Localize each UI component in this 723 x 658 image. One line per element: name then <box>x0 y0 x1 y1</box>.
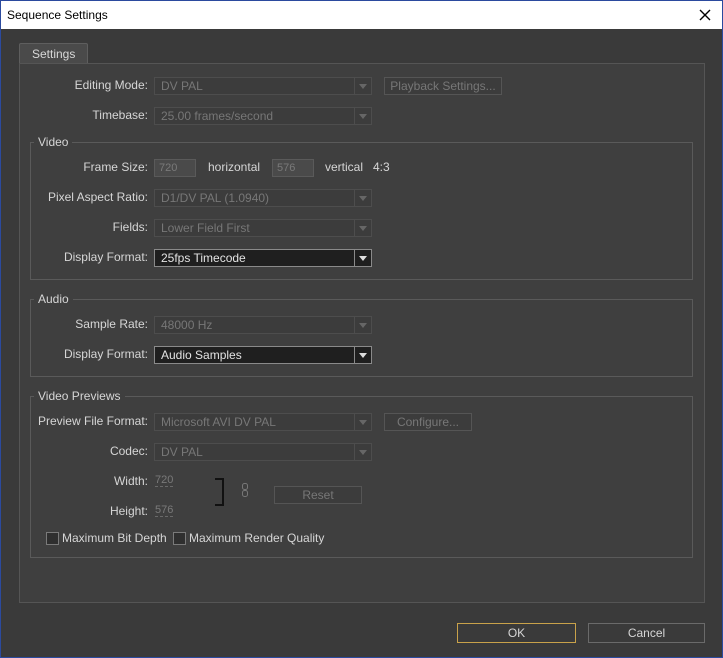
pixel-aspect-ratio-select[interactable]: D1/DV PAL (1.0940) <box>154 189 372 207</box>
codec-value: DV PAL <box>161 445 203 459</box>
editing-mode-label: Editing Mode: <box>74 78 148 92</box>
frame-height-field: 576 <box>272 159 314 177</box>
video-previews-group-title: Video Previews <box>34 389 125 403</box>
sample-rate-value: 48000 Hz <box>161 318 213 332</box>
audio-display-format-value: Audio Samples <box>161 348 242 362</box>
audio-group-title: Audio <box>34 292 73 306</box>
pixel-aspect-ratio-label: Pixel Aspect Ratio: <box>47 190 148 204</box>
cancel-button[interactable]: Cancel <box>588 623 705 643</box>
maximum-bit-depth-checkbox[interactable] <box>46 532 59 545</box>
ok-button[interactable]: OK <box>457 623 576 643</box>
close-icon[interactable] <box>694 4 716 26</box>
dialog-body: Settings Editing Mode: DV PAL Playback S… <box>1 29 722 657</box>
timebase-select[interactable]: 25.00 frames/second <box>154 107 372 125</box>
title-bar: Sequence Settings <box>1 1 722 29</box>
timebase-label: Timebase: <box>92 108 148 122</box>
preview-width-value[interactable]: 720 <box>155 474 174 487</box>
editing-mode-select[interactable]: DV PAL <box>154 77 372 95</box>
playback-settings-button[interactable]: Playback Settings... <box>384 77 502 95</box>
chevron-down-icon <box>354 190 371 206</box>
fields-select[interactable]: Lower Field First <box>154 219 372 237</box>
chevron-down-icon <box>354 347 371 363</box>
maximum-bit-depth-label: Maximum Bit Depth <box>62 531 167 545</box>
sample-rate-label: Sample Rate: <box>75 317 148 331</box>
settings-panel: Editing Mode: DV PAL Playback Settings..… <box>19 63 705 603</box>
preview-file-format-select[interactable]: Microsoft AVI DV PAL <box>154 413 372 431</box>
horizontal-label: horizontal <box>208 160 261 174</box>
sample-rate-select[interactable]: 48000 Hz <box>154 316 372 334</box>
vertical-label: vertical <box>325 160 364 174</box>
preview-file-format-label: Preview File Format: <box>37 414 148 428</box>
window-title: Sequence Settings <box>7 8 108 22</box>
tab-settings[interactable]: Settings <box>19 43 89 64</box>
audio-display-format-label: Display Format: <box>63 347 148 361</box>
video-group-title: Video <box>34 135 73 149</box>
video-display-format-select[interactable]: 25fps Timecode <box>154 249 372 267</box>
aspect-ratio-text: 4:3 <box>373 160 390 174</box>
reset-button[interactable]: Reset <box>274 486 362 504</box>
frame-width-field: 720 <box>154 159 196 177</box>
codec-label: Codec: <box>109 444 148 458</box>
audio-display-format-select[interactable]: Audio Samples <box>154 346 372 364</box>
maximum-render-quality-label: Maximum Render Quality <box>189 531 325 545</box>
maximum-render-quality-checkbox[interactable] <box>173 532 186 545</box>
timebase-value: 25.00 frames/second <box>161 109 274 123</box>
chevron-down-icon <box>354 414 371 430</box>
fields-value: Lower Field First <box>161 221 250 235</box>
chain-link-icon[interactable] <box>242 483 248 500</box>
link-bracket-icon <box>214 478 226 509</box>
fields-label: Fields: <box>112 220 148 234</box>
video-display-format-value: 25fps Timecode <box>161 251 246 265</box>
frame-size-label: Frame Size: <box>83 160 148 174</box>
pixel-aspect-ratio-value: D1/DV PAL (1.0940) <box>161 191 270 205</box>
chevron-down-icon <box>354 250 371 266</box>
video-display-format-label: Display Format: <box>63 250 148 264</box>
chevron-down-icon <box>354 108 371 124</box>
chevron-down-icon <box>354 78 371 94</box>
preview-height-value[interactable]: 576 <box>155 504 174 517</box>
codec-select[interactable]: DV PAL <box>154 443 372 461</box>
width-label: Width: <box>113 474 148 488</box>
chevron-down-icon <box>354 317 371 333</box>
chevron-down-icon <box>354 444 371 460</box>
preview-file-format-value: Microsoft AVI DV PAL <box>161 415 276 429</box>
audio-group <box>30 299 693 377</box>
editing-mode-value: DV PAL <box>161 79 203 93</box>
tab-settings-label: Settings <box>32 47 76 61</box>
chevron-down-icon <box>354 220 371 236</box>
configure-button[interactable]: Configure... <box>384 413 472 431</box>
sequence-settings-dialog: Sequence Settings Settings Editing Mode:… <box>0 0 723 658</box>
height-label: Height: <box>109 504 148 518</box>
